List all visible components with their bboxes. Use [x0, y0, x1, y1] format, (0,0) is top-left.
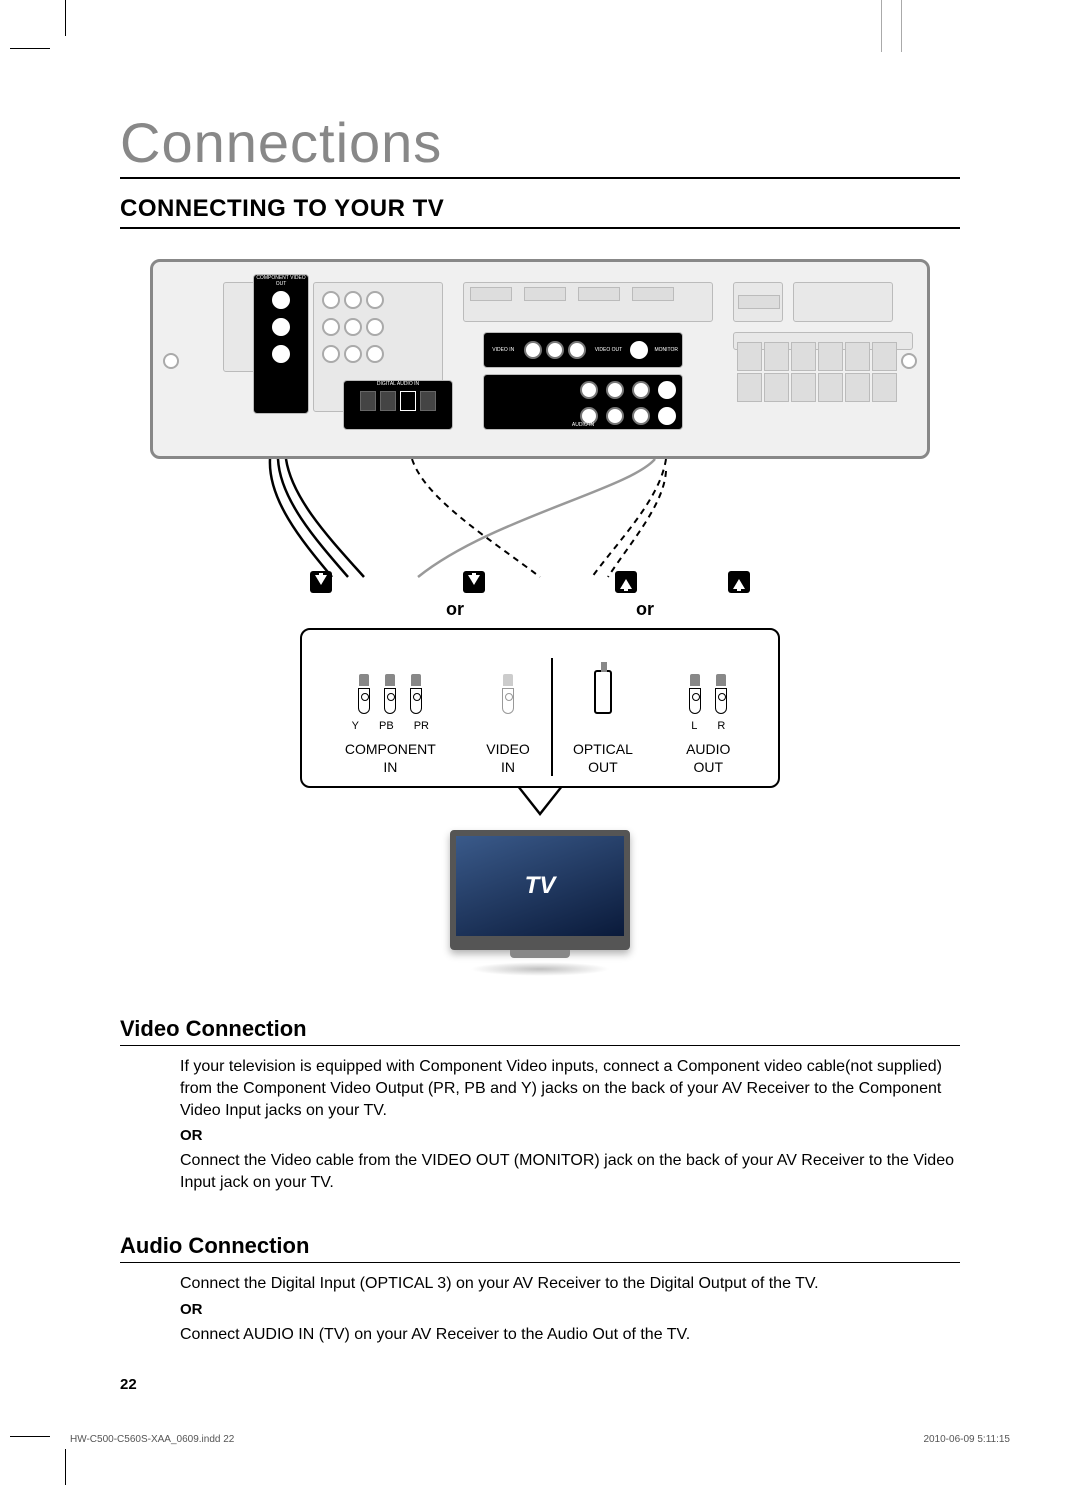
or-label-2: or — [636, 599, 654, 619]
component-label: COMPONENT — [345, 741, 436, 757]
arrow-up-icon — [615, 571, 637, 593]
video-p2: Connect the Video cable from the VIDEO O… — [180, 1150, 960, 1193]
pointer-triangle-icon — [518, 788, 562, 816]
audio-l-plug — [689, 674, 701, 714]
l-label: L — [691, 720, 697, 732]
audio-label: AUDIO — [686, 741, 730, 757]
av-receiver-rear: COMPONENT VIDEO OUT DIGITAL AUDIO IN VID… — [150, 259, 930, 459]
optical-out-group: OPTICALOUT — [553, 658, 652, 776]
y-label: Y — [352, 720, 359, 732]
digital-audio-in-panel: DIGITAL AUDIO IN — [343, 380, 453, 430]
audio-out-group: L R AUDIOOUT — [653, 658, 765, 776]
component-out-label: COMPONENT VIDEO OUT — [254, 275, 308, 287]
r-label: R — [717, 720, 725, 732]
section-heading: CONNECTING TO YOUR TV — [120, 195, 960, 229]
component-y-plug — [358, 674, 370, 714]
video-in-out-panel: VIDEO IN VIDEO OUT MONITOR — [483, 332, 683, 368]
audio-connection-heading: Audio Connection — [120, 1233, 960, 1263]
page-number: 22 — [120, 1376, 137, 1393]
arrow-down-icon — [463, 571, 485, 593]
cable-diagram — [150, 459, 930, 589]
arrow-down-icon — [310, 571, 332, 593]
audio-p2: Connect AUDIO IN (TV) on your AV Receive… — [180, 1324, 960, 1346]
pr-label: PR — [414, 720, 429, 732]
crop-mark — [881, 0, 882, 52]
component-pr-plug — [410, 674, 422, 714]
video-label: VIDEO — [486, 741, 530, 757]
audio-or: OR — [180, 1301, 960, 1318]
component-video-out-panel: COMPONENT VIDEO OUT — [253, 274, 309, 414]
video-in-group: VIDEOIN — [465, 658, 552, 776]
monitor-label: MONITOR — [650, 347, 682, 353]
footer-filename: HW-C500-C560S-XAA_0609.indd 22 — [70, 1434, 234, 1445]
crop-mark — [65, 0, 66, 36]
crop-mark — [901, 0, 902, 52]
audio-in-label: AUDIO IN — [484, 422, 682, 428]
video-p1: If your television is equipped with Comp… — [180, 1056, 960, 1121]
video-or: OR — [180, 1127, 960, 1144]
component-pb-plug — [384, 674, 396, 714]
or-label-1: or — [446, 599, 464, 619]
page-title: Connections — [120, 110, 960, 179]
speaker-terminals — [737, 342, 897, 402]
video-plug — [502, 674, 514, 714]
tv-label: TV — [525, 872, 556, 900]
audio-r-plug — [715, 674, 727, 714]
video-connection-section: Video Connection If your television is e… — [120, 1016, 960, 1193]
video-in-label: VIDEO IN — [484, 347, 522, 353]
tv-ports-box: Y PB PR COMPONENTIN VIDEOIN OPTICALOUT — [300, 628, 780, 788]
arrow-up-icon — [728, 571, 750, 593]
connection-diagram: COMPONENT VIDEO OUT DIGITAL AUDIO IN VID… — [140, 259, 940, 976]
digital-audio-in-label: DIGITAL AUDIO IN — [344, 381, 452, 387]
optical-label: OPTICAL — [573, 741, 633, 757]
component-in-group: Y PB PR COMPONENTIN — [316, 658, 465, 776]
pb-label: PB — [379, 720, 394, 732]
audio-in-panel: AUDIO IN — [483, 374, 683, 430]
audio-p1: Connect the Digital Input (OPTICAL 3) on… — [180, 1273, 960, 1295]
audio-connection-section: Audio Connection Connect the Digital Inp… — [120, 1233, 960, 1345]
crop-mark — [10, 1436, 50, 1437]
video-out-label: VIDEO OUT — [588, 347, 628, 353]
crop-mark — [10, 48, 50, 49]
optical-plug — [594, 670, 612, 714]
tv-illustration: TV — [450, 830, 630, 976]
crop-mark — [65, 1449, 66, 1485]
footer-timestamp: 2010-06-09 5:11:15 — [923, 1434, 1010, 1445]
video-connection-heading: Video Connection — [120, 1016, 960, 1046]
